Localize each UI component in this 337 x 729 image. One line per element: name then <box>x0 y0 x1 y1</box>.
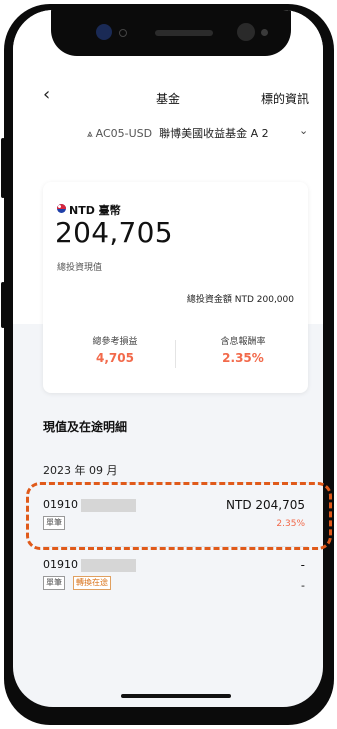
metric-divider <box>175 340 176 368</box>
account-number: 01910 <box>43 558 78 571</box>
row-return: - <box>301 579 305 592</box>
sensor-dot <box>119 29 127 37</box>
return-label: 含息報酬率 <box>220 337 266 347</box>
masked-account <box>81 559 136 572</box>
camera-lens <box>96 24 112 40</box>
total-value-label: 總投資現值 <box>57 263 103 273</box>
row-amount: - <box>300 558 305 572</box>
summary-card: NTD 臺幣 204,705 總投資現值 總投資金額 NTD 200,000 總… <box>43 182 308 393</box>
app-screen: ‹ 基金 標的資訊 ⩓ AC05-USD 聯博美國收益基金 A 2 ⌄ NTD 臺… <box>13 10 323 707</box>
camera-notch <box>51 10 291 56</box>
total-value: 204,705 <box>55 216 173 249</box>
pnl-label: 總參考損益 <box>92 337 138 347</box>
home-indicator[interactable] <box>121 694 231 698</box>
fund-name: 聯博美國收益基金 A 2 <box>159 127 269 140</box>
fund-code: AC05-USD <box>95 127 153 140</box>
details-title: 現值及在途明細 <box>43 420 128 434</box>
fund-selector[interactable]: ⩓ AC05-USD 聯博美國收益基金 A 2 <box>87 126 307 142</box>
speaker-grille <box>155 30 213 36</box>
invested-label: 總投資金額 <box>186 295 232 305</box>
tag-transfer-pending: 轉換在途 <box>73 576 111 590</box>
invested-value: NTD 200,000 <box>234 295 294 305</box>
volume-button <box>1 138 5 198</box>
taiwan-flag-icon <box>57 204 66 213</box>
chevron-down-icon[interactable]: ⌄ <box>299 124 308 137</box>
camera-lens <box>237 23 255 41</box>
fund-icon: ⩓ <box>87 129 93 140</box>
return-metric: 含息報酬率 2.35% <box>183 334 303 365</box>
sensor-dot <box>261 29 268 36</box>
return-value: 2.35% <box>222 351 264 365</box>
invested-amount: 總投資金額 NTD 200,000 <box>187 292 294 305</box>
pnl-value: 4,705 <box>96 351 134 365</box>
highlight-box <box>26 482 332 550</box>
month-label: 2023 年 09 月 <box>43 464 118 477</box>
volume-button <box>1 282 5 328</box>
pnl-metric: 總參考損益 4,705 <box>55 334 175 365</box>
tag-single: 單筆 <box>43 576 65 590</box>
fund-info-link[interactable]: 標的資訊 <box>261 90 309 107</box>
